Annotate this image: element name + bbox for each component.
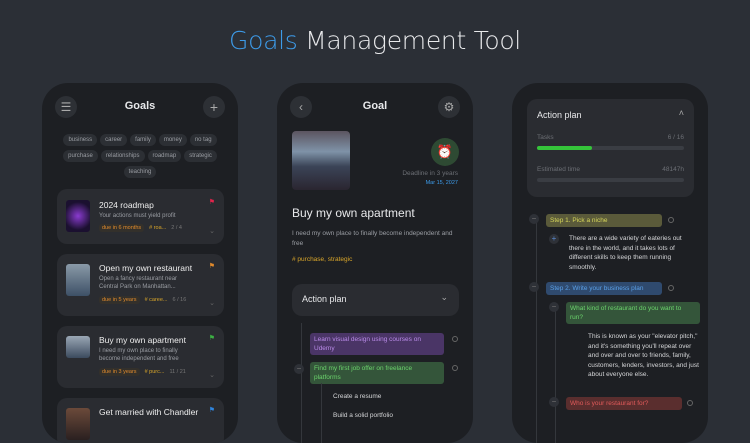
page-title: Goals Management Tool: [229, 26, 521, 55]
goal-thumbnail: [66, 408, 90, 440]
plus-icon: +: [209, 99, 219, 115]
goal-title: Buy my own apartment: [292, 206, 415, 220]
goal-thumbnail: [66, 264, 90, 296]
tasks-label: Tasks: [537, 134, 554, 141]
question-item[interactable]: What kind of restaurant do you want to r…: [566, 302, 700, 324]
chevron-down-icon[interactable]: ⌄: [209, 371, 215, 379]
chevron-down-icon: ⌄: [440, 292, 448, 302]
action-plan-screen: Action plan ˄ Tasks 6 / 16 Estimated tim…: [512, 83, 708, 443]
tag-chip[interactable]: teaching: [123, 166, 157, 178]
action-plan-label: Action plan: [537, 110, 582, 120]
goal-desc: Your actions must yield profit: [99, 213, 176, 219]
action-plan-summary: Action plan ˄ Tasks 6 / 16 Estimated tim…: [527, 99, 694, 197]
flag-icon: ⚑: [208, 263, 215, 270]
chevron-up-icon[interactable]: ˄: [679, 108, 684, 118]
chevron-down-icon[interactable]: ⌄: [209, 299, 215, 307]
tag-chip[interactable]: family: [130, 134, 156, 146]
goal-detail-screen: ‹ Goal ⚙ ⏰ Deadline in 3 years Mar 15, 2…: [277, 83, 473, 443]
goal-title: Buy my own apartment: [99, 335, 186, 345]
goal-thumbnail: [66, 336, 90, 358]
deadline-label: Deadline in 3 years: [402, 170, 458, 177]
goal-thumbnail: [66, 200, 90, 232]
task-count: 6 / 16: [172, 297, 187, 303]
goal-image: [292, 131, 350, 190]
gear-icon: ⚙: [443, 100, 455, 114]
collapse-icon[interactable]: −: [549, 302, 559, 312]
tag-chip[interactable]: strategic: [184, 150, 217, 162]
tag-chip[interactable]: relationships: [100, 150, 145, 162]
info-icon[interactable]: [668, 285, 674, 291]
due-badge: due in 6 months: [99, 224, 145, 232]
flag-icon: ⚑: [208, 407, 215, 414]
plan-item[interactable]: Find my first job offer on freelance pla…: [310, 362, 444, 384]
goal-tag: # caree...: [144, 297, 168, 303]
step-text: There are a wide variety of eateries out…: [569, 235, 682, 271]
step-item[interactable]: Step 2. Write your business plan: [546, 282, 662, 295]
info-icon[interactable]: [452, 336, 458, 342]
info-icon[interactable]: [687, 400, 693, 406]
goal-title: Get married with Chandler: [99, 407, 199, 417]
collapse-icon[interactable]: −: [529, 282, 539, 292]
tag-chip[interactable]: money: [158, 134, 187, 146]
goal-desc: I need my own place to finally become in…: [292, 230, 453, 247]
flag-icon: ⚑: [208, 199, 215, 206]
goal-title: 2024 roadmap: [99, 200, 154, 210]
tag-chip[interactable]: no tag: [189, 134, 217, 146]
due-badge: due in 5 years: [99, 296, 140, 304]
goal-card[interactable]: Open my own restaurant Open a fancy rest…: [57, 254, 224, 316]
action-plan-toggle[interactable]: Action plan ⌄: [292, 284, 459, 316]
tag-chip[interactable]: career: [100, 134, 128, 146]
action-plan-label: Action plan: [302, 294, 347, 304]
collapse-icon[interactable]: −: [549, 397, 559, 407]
tasks-progress-bar: [537, 146, 684, 150]
goals-screen: ☰ Goals + business career family money n…: [42, 83, 238, 443]
goal-card[interactable]: Get married with Chandler ⚑: [57, 398, 224, 443]
plan-item[interactable]: Learn visual design using courses on Ude…: [310, 333, 444, 355]
deadline-date: Mar 15, 2027: [425, 180, 458, 186]
plan-subitem[interactable]: Build a solid portfolio: [333, 411, 393, 421]
tag-chip[interactable]: business: [63, 134, 98, 146]
time-label: Estimated time: [537, 166, 580, 173]
step-item[interactable]: Step 1. Pick a niche: [546, 214, 662, 227]
tag-filter: business career family money no tag purc…: [50, 134, 230, 178]
expand-icon[interactable]: +: [549, 234, 559, 244]
question-text: This is known as your "elevator pitch," …: [588, 333, 699, 378]
tasks-count: 6 / 16: [667, 134, 684, 141]
task-count: 2 / 4: [171, 225, 182, 231]
time-bar: [537, 178, 684, 182]
info-icon[interactable]: [452, 365, 458, 371]
settings-button[interactable]: ⚙: [438, 96, 460, 118]
question-item[interactable]: Who is your restaurant for?: [566, 397, 682, 410]
plan-subitem[interactable]: Create a resume: [333, 392, 381, 402]
tag-chip[interactable]: purchase: [63, 150, 98, 162]
time-value: 48147h: [662, 166, 684, 173]
add-goal-button[interactable]: +: [203, 96, 225, 118]
collapse-icon[interactable]: −: [529, 214, 539, 224]
goal-title: Open my own restaurant: [99, 263, 193, 273]
flag-icon: ⚑: [208, 335, 215, 342]
due-badge: due in 3 years: [99, 368, 140, 376]
progress-fill: [537, 146, 593, 150]
task-count: 11 / 21: [169, 369, 186, 375]
goal-desc: Open a fancy restaurant near Central Par…: [99, 276, 178, 290]
alarm-clock-icon: ⏰: [431, 138, 459, 166]
goal-tags: # purchase, strategic: [292, 256, 353, 263]
collapse-icon[interactable]: −: [294, 364, 304, 374]
goal-tag: # purc...: [144, 369, 165, 375]
goal-card[interactable]: Buy my own apartment I need my own place…: [57, 326, 224, 388]
tag-chip[interactable]: roadmap: [147, 150, 182, 162]
chevron-down-icon[interactable]: ⌄: [209, 227, 215, 235]
goal-desc: I need my own place to finally become in…: [99, 348, 179, 362]
goal-tag: # roa...: [149, 225, 167, 231]
info-icon[interactable]: [668, 217, 674, 223]
goal-card[interactable]: 2024 roadmap Your actions must yield pro…: [57, 189, 224, 244]
